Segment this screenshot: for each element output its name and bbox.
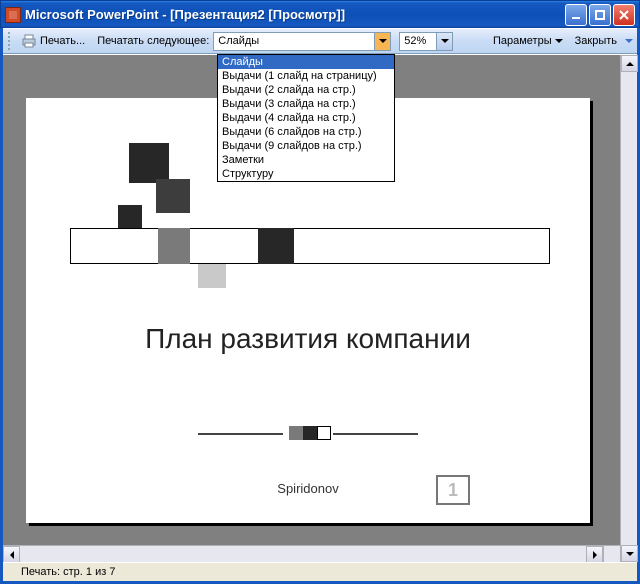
deco-square	[158, 228, 190, 264]
separator-square	[317, 426, 331, 440]
slide-author: Spiridonov	[26, 481, 590, 496]
hscroll-left[interactable]	[3, 546, 20, 562]
vscroll-down[interactable]	[621, 545, 638, 562]
window-title: Microsoft PowerPoint - [Презентация2 [Пр…	[25, 7, 565, 22]
zoom-combo-button[interactable]	[436, 33, 452, 50]
vscroll	[620, 55, 637, 562]
hscroll	[3, 545, 620, 562]
chevron-down-icon	[626, 552, 634, 556]
page-number: 1	[448, 480, 458, 501]
options-button[interactable]: Параметры	[487, 32, 569, 50]
window-controls	[565, 4, 635, 26]
vscroll-track[interactable]	[621, 72, 637, 545]
chevron-down-icon	[379, 39, 387, 43]
separator-square	[303, 426, 317, 440]
print-what-combo-value: Слайды	[214, 35, 374, 47]
maximize-button[interactable]	[589, 4, 611, 26]
vscroll-up[interactable]	[621, 55, 638, 72]
dropdown-option[interactable]: Выдачи (2 слайда на стр.)	[218, 83, 394, 97]
close-preview-button[interactable]: Закрыть	[569, 32, 623, 50]
deco-bar	[70, 228, 550, 264]
print-what-label: Печатать следующее:	[91, 35, 213, 47]
chevron-up-icon	[626, 62, 634, 66]
dropdown-option[interactable]: Структуру	[218, 167, 394, 181]
dropdown-option[interactable]: Выдачи (4 слайда на стр.)	[218, 111, 394, 125]
slide-title: План развития компании	[26, 323, 590, 355]
separator-line	[333, 433, 418, 435]
zoom-combo-value: 52%	[400, 35, 436, 47]
print-preview-toolbar: Печать... Печатать следующее: Слайды 52%…	[3, 28, 637, 54]
chevron-down-icon	[441, 39, 449, 43]
chevron-left-icon	[10, 551, 14, 559]
dropdown-option[interactable]: Выдачи (6 слайдов на стр.)	[218, 125, 394, 139]
chevron-right-icon	[593, 551, 597, 559]
options-button-label: Параметры	[493, 35, 552, 47]
hscroll-right[interactable]	[586, 546, 603, 562]
deco-square	[198, 264, 226, 288]
print-what-combo-button[interactable]	[374, 33, 390, 50]
dropdown-option[interactable]: Заметки	[218, 153, 394, 167]
printer-icon	[21, 33, 37, 49]
statusbar: Печать: стр. 1 из 7	[3, 562, 637, 584]
zoom-combo[interactable]: 52%	[399, 32, 453, 51]
deco-square	[156, 179, 190, 213]
close-preview-label: Закрыть	[575, 35, 617, 47]
page-number-box: 1	[436, 475, 470, 505]
powerpoint-icon	[5, 7, 21, 23]
chevron-down-icon	[555, 39, 563, 43]
separator-square	[289, 426, 303, 440]
hscroll-track[interactable]	[20, 546, 586, 562]
scroll-corner	[603, 546, 620, 562]
close-button[interactable]	[613, 4, 635, 26]
deco-square	[118, 205, 142, 229]
status-text: Печать: стр. 1 из 7	[3, 566, 127, 578]
print-button-label: Печать...	[40, 35, 85, 47]
dropdown-option[interactable]: Выдачи (9 слайдов на стр.)	[218, 139, 394, 153]
chevron-down-icon	[625, 39, 633, 43]
dropdown-option[interactable]: Выдачи (3 слайда на стр.)	[218, 97, 394, 111]
toolbar-overflow[interactable]	[623, 39, 635, 43]
titlebar: Microsoft PowerPoint - [Презентация2 [Пр…	[0, 0, 640, 28]
deco-square	[258, 228, 294, 264]
toolbar-grip[interactable]	[8, 32, 12, 50]
print-what-dropdown: СлайдыВыдачи (1 слайд на страницу)Выдачи…	[217, 54, 395, 182]
print-button[interactable]: Печать...	[15, 30, 91, 52]
dropdown-option[interactable]: Слайды	[218, 55, 394, 69]
dropdown-option[interactable]: Выдачи (1 слайд на страницу)	[218, 69, 394, 83]
separator-line	[198, 433, 283, 435]
minimize-button[interactable]	[565, 4, 587, 26]
print-what-combo[interactable]: Слайды	[213, 32, 391, 51]
deco-square	[129, 143, 169, 183]
